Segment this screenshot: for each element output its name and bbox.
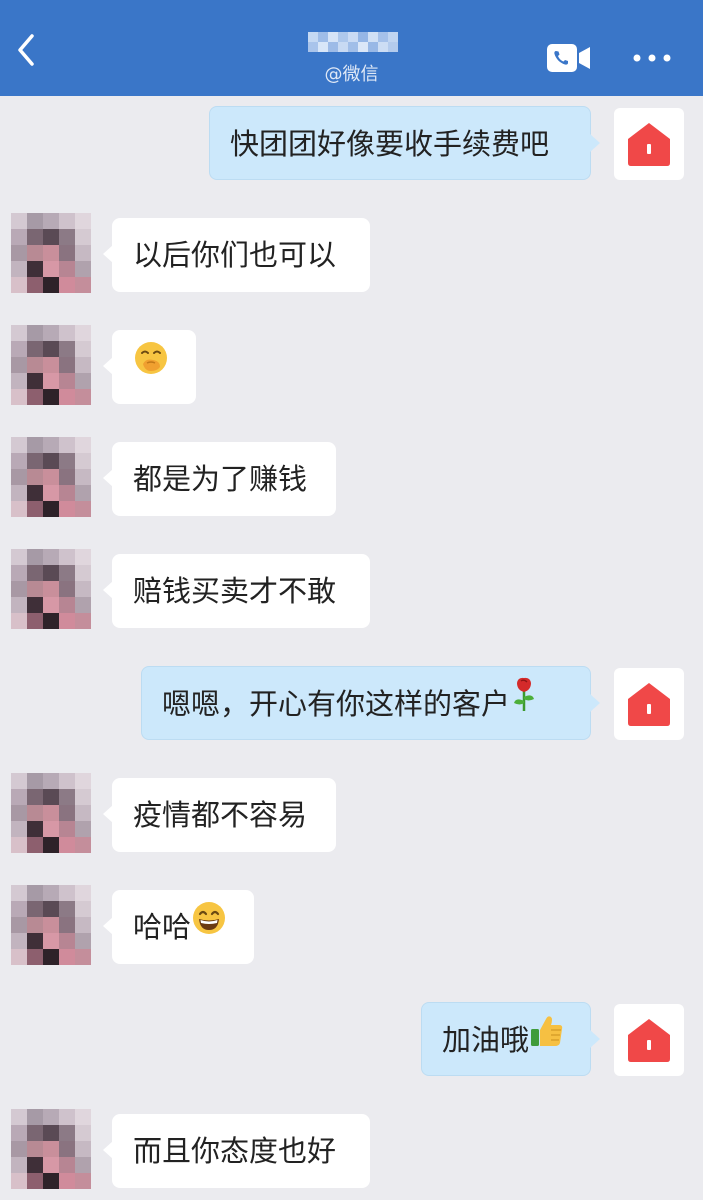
message-text: 哈哈 <box>133 910 192 944</box>
message-text: 疫情都不容易 <box>133 798 308 832</box>
message-bubble[interactable]: 都是为了赚钱 <box>103 442 336 516</box>
message-bubble[interactable]: 快团团好像要收手续费吧 <box>209 106 600 180</box>
house-logo-icon <box>628 1019 670 1062</box>
house-logo-icon <box>628 123 670 166</box>
message-text: 嗯嗯，开心有你这样的客户 <box>162 687 511 721</box>
my-avatar[interactable] <box>614 1004 684 1076</box>
contact-avatar[interactable] <box>11 437 91 517</box>
message-bubble[interactable] <box>103 329 196 404</box>
thumbs-up-emoji <box>529 1002 565 1076</box>
contact-avatar[interactable] <box>11 549 91 629</box>
contact-name-blurred <box>308 30 400 58</box>
message-text: 以后你们也可以 <box>133 238 337 272</box>
chat-header: @微信 <box>0 0 703 96</box>
message-text: 而且你态度也好 <box>133 1134 337 1168</box>
message-bubble[interactable]: 而且你态度也好 <box>103 1114 370 1188</box>
contact-avatar[interactable] <box>11 213 91 293</box>
my-avatar[interactable] <box>614 108 684 180</box>
house-logo-icon <box>628 683 670 726</box>
video-call-icon <box>547 44 590 72</box>
message-bubble[interactable]: 以后你们也可以 <box>103 218 370 292</box>
message-text: 加油哦 <box>442 1023 530 1057</box>
contact-avatar[interactable] <box>11 325 91 405</box>
contact-avatar[interactable] <box>11 1109 91 1189</box>
contact-avatar[interactable] <box>11 885 91 965</box>
message-bubble[interactable]: 哈哈 <box>103 889 254 964</box>
message-text: 都是为了赚钱 <box>133 462 308 496</box>
contact-source-label: @微信 <box>324 64 379 85</box>
contact-avatar[interactable] <box>11 773 91 853</box>
rose-emoji <box>510 666 538 740</box>
message-bubble[interactable]: 疫情都不容易 <box>103 778 336 852</box>
my-avatar[interactable] <box>614 668 684 740</box>
grinning-face-emoji <box>191 889 227 963</box>
message-text: 赔钱买卖才不敢 <box>133 574 337 608</box>
video-call-button[interactable] <box>546 42 592 74</box>
message-bubble[interactable]: 加油哦 <box>421 1002 600 1076</box>
message-text: 快团团好像要收手续费吧 <box>230 127 550 161</box>
message-bubble[interactable]: 嗯嗯，开心有你这样的客户 <box>141 666 600 740</box>
message-bubble[interactable]: 赔钱买卖才不敢 <box>103 554 370 628</box>
face-with-hand-over-mouth-emoji <box>133 329 169 403</box>
more-options-button[interactable] <box>630 48 674 68</box>
more-dots-icon <box>633 54 671 62</box>
